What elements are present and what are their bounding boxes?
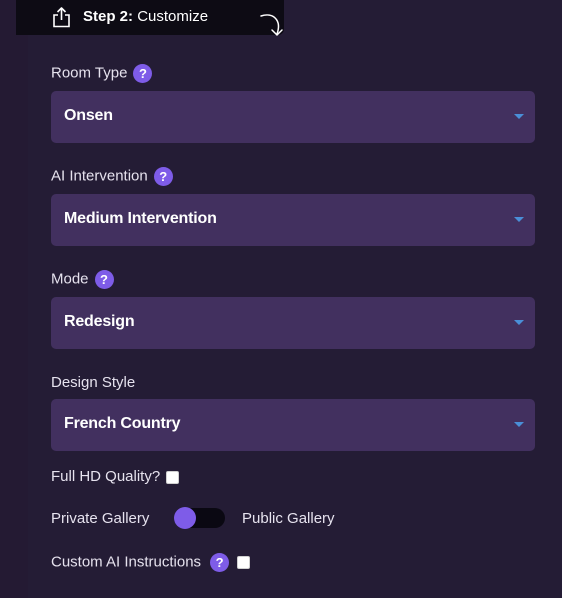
mode-help-icon[interactable]: ? <box>94 270 114 289</box>
mode-label: Mode? <box>51 270 114 289</box>
mode-select[interactable]: Redesign <box>51 297 535 349</box>
mode-label-text: Mode <box>51 270 89 288</box>
private-gallery-label: Private Gallery <box>51 510 150 527</box>
step-number: Step 2: <box>83 8 134 25</box>
room-type-value: Onsen <box>64 107 113 124</box>
chevron-down-icon <box>514 320 524 325</box>
room-type-help-icon[interactable]: ? <box>133 64 153 83</box>
full-hd-row: Full HD Quality? <box>51 468 180 485</box>
toggle-knob <box>174 507 196 529</box>
mode-value: Redesign <box>64 313 135 330</box>
full-hd-label: Full HD Quality? <box>51 468 161 485</box>
step-name: Customize <box>137 8 209 25</box>
custom-instructions-row: Custom AI Instructions? <box>51 553 251 572</box>
custom-instructions-help-icon[interactable]: ? <box>210 553 230 572</box>
chevron-down-icon <box>514 217 524 222</box>
design-style-label: Design Style <box>51 374 135 391</box>
custom-instructions-label: Custom AI Instructions <box>51 553 202 571</box>
room-type-select[interactable]: Onsen <box>51 91 535 143</box>
share-icon <box>53 7 70 28</box>
step-title: Step 2: Customize <box>83 8 208 25</box>
design-style-label-text: Design Style <box>51 374 136 391</box>
design-style-value: French Country <box>64 415 181 432</box>
chevron-down-icon <box>514 114 524 119</box>
design-style-select[interactable]: French Country <box>51 399 535 451</box>
chevron-down-icon <box>514 422 524 427</box>
ai-intervention-value: Medium Intervention <box>64 210 217 227</box>
gallery-visibility-toggle[interactable] <box>174 507 225 529</box>
ai-intervention-help-icon[interactable]: ? <box>153 167 173 186</box>
room-type-label: Room Type? <box>51 64 153 83</box>
custom-instructions-checkbox[interactable] <box>237 556 251 569</box>
full-hd-checkbox[interactable] <box>166 470 180 484</box>
room-type-label-text: Room Type <box>51 64 128 82</box>
ai-intervention-select[interactable]: Medium Intervention <box>51 194 535 246</box>
curved-arrow-icon <box>260 14 283 36</box>
ai-intervention-label: AI Intervention? <box>51 167 173 186</box>
public-gallery-label: Public Gallery <box>242 510 335 527</box>
ai-intervention-label-text: AI Intervention <box>51 167 148 185</box>
